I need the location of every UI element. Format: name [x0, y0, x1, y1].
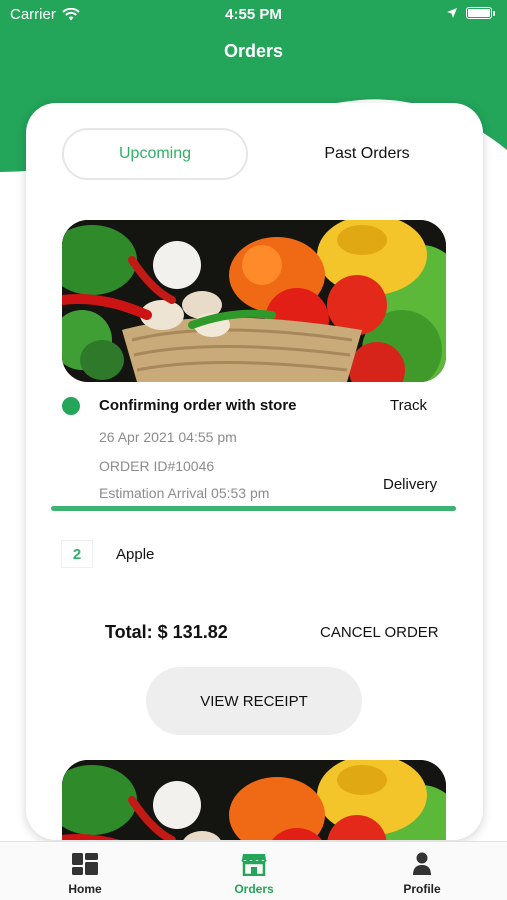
- person-icon: [413, 852, 431, 875]
- nav-profile[interactable]: Profile: [372, 852, 472, 896]
- status-right: [446, 7, 495, 19]
- order-tabs: Upcoming Past Orders: [62, 128, 442, 180]
- order-total: Total: $ 131.82: [105, 622, 228, 642]
- order-progress-bar: [51, 506, 456, 511]
- status-bar: Carrier 4:55 PM: [0, 0, 507, 30]
- item-name: Apple: [116, 546, 155, 563]
- status-dot-icon: [62, 397, 80, 415]
- status-time: 4:55 PM: [225, 6, 282, 23]
- order-image: [62, 220, 446, 382]
- bottom-nav: Home Orders Profile: [0, 841, 507, 900]
- nav-home[interactable]: Home: [35, 852, 135, 896]
- order-card: Upcoming Past Orders Confirming order wi…: [26, 103, 483, 840]
- battery-icon: [466, 7, 495, 19]
- nav-home-label: Home: [68, 882, 102, 896]
- track-button[interactable]: Track: [390, 397, 427, 414]
- nav-orders[interactable]: Orders: [204, 852, 304, 896]
- order-id: ORDER ID#10046: [99, 458, 215, 474]
- nav-orders-label: Orders: [234, 882, 274, 896]
- item-quantity: 2: [61, 540, 93, 568]
- order-progress-fill: [51, 506, 456, 511]
- delivery-type: Delivery: [383, 476, 438, 493]
- store-icon: [241, 854, 267, 876]
- nav-profile-label: Profile: [403, 882, 441, 896]
- tab-upcoming[interactable]: Upcoming: [62, 128, 248, 180]
- order-date: 26 Apr 2021 04:55 pm: [99, 429, 237, 445]
- next-order-image: [62, 760, 446, 840]
- tab-past-orders[interactable]: Past Orders: [292, 128, 442, 180]
- order-status: Confirming order with store: [99, 397, 297, 414]
- page-title: Orders: [223, 41, 284, 61]
- cancel-order-button[interactable]: CANCEL ORDER: [320, 624, 439, 641]
- location-arrow-icon: [447, 8, 457, 18]
- view-receipt-button[interactable]: VIEW RECEIPT: [146, 667, 362, 735]
- dashboard-icon: [72, 853, 98, 875]
- estimated-arrival: Estimation Arrival 05:53 pm: [99, 485, 270, 501]
